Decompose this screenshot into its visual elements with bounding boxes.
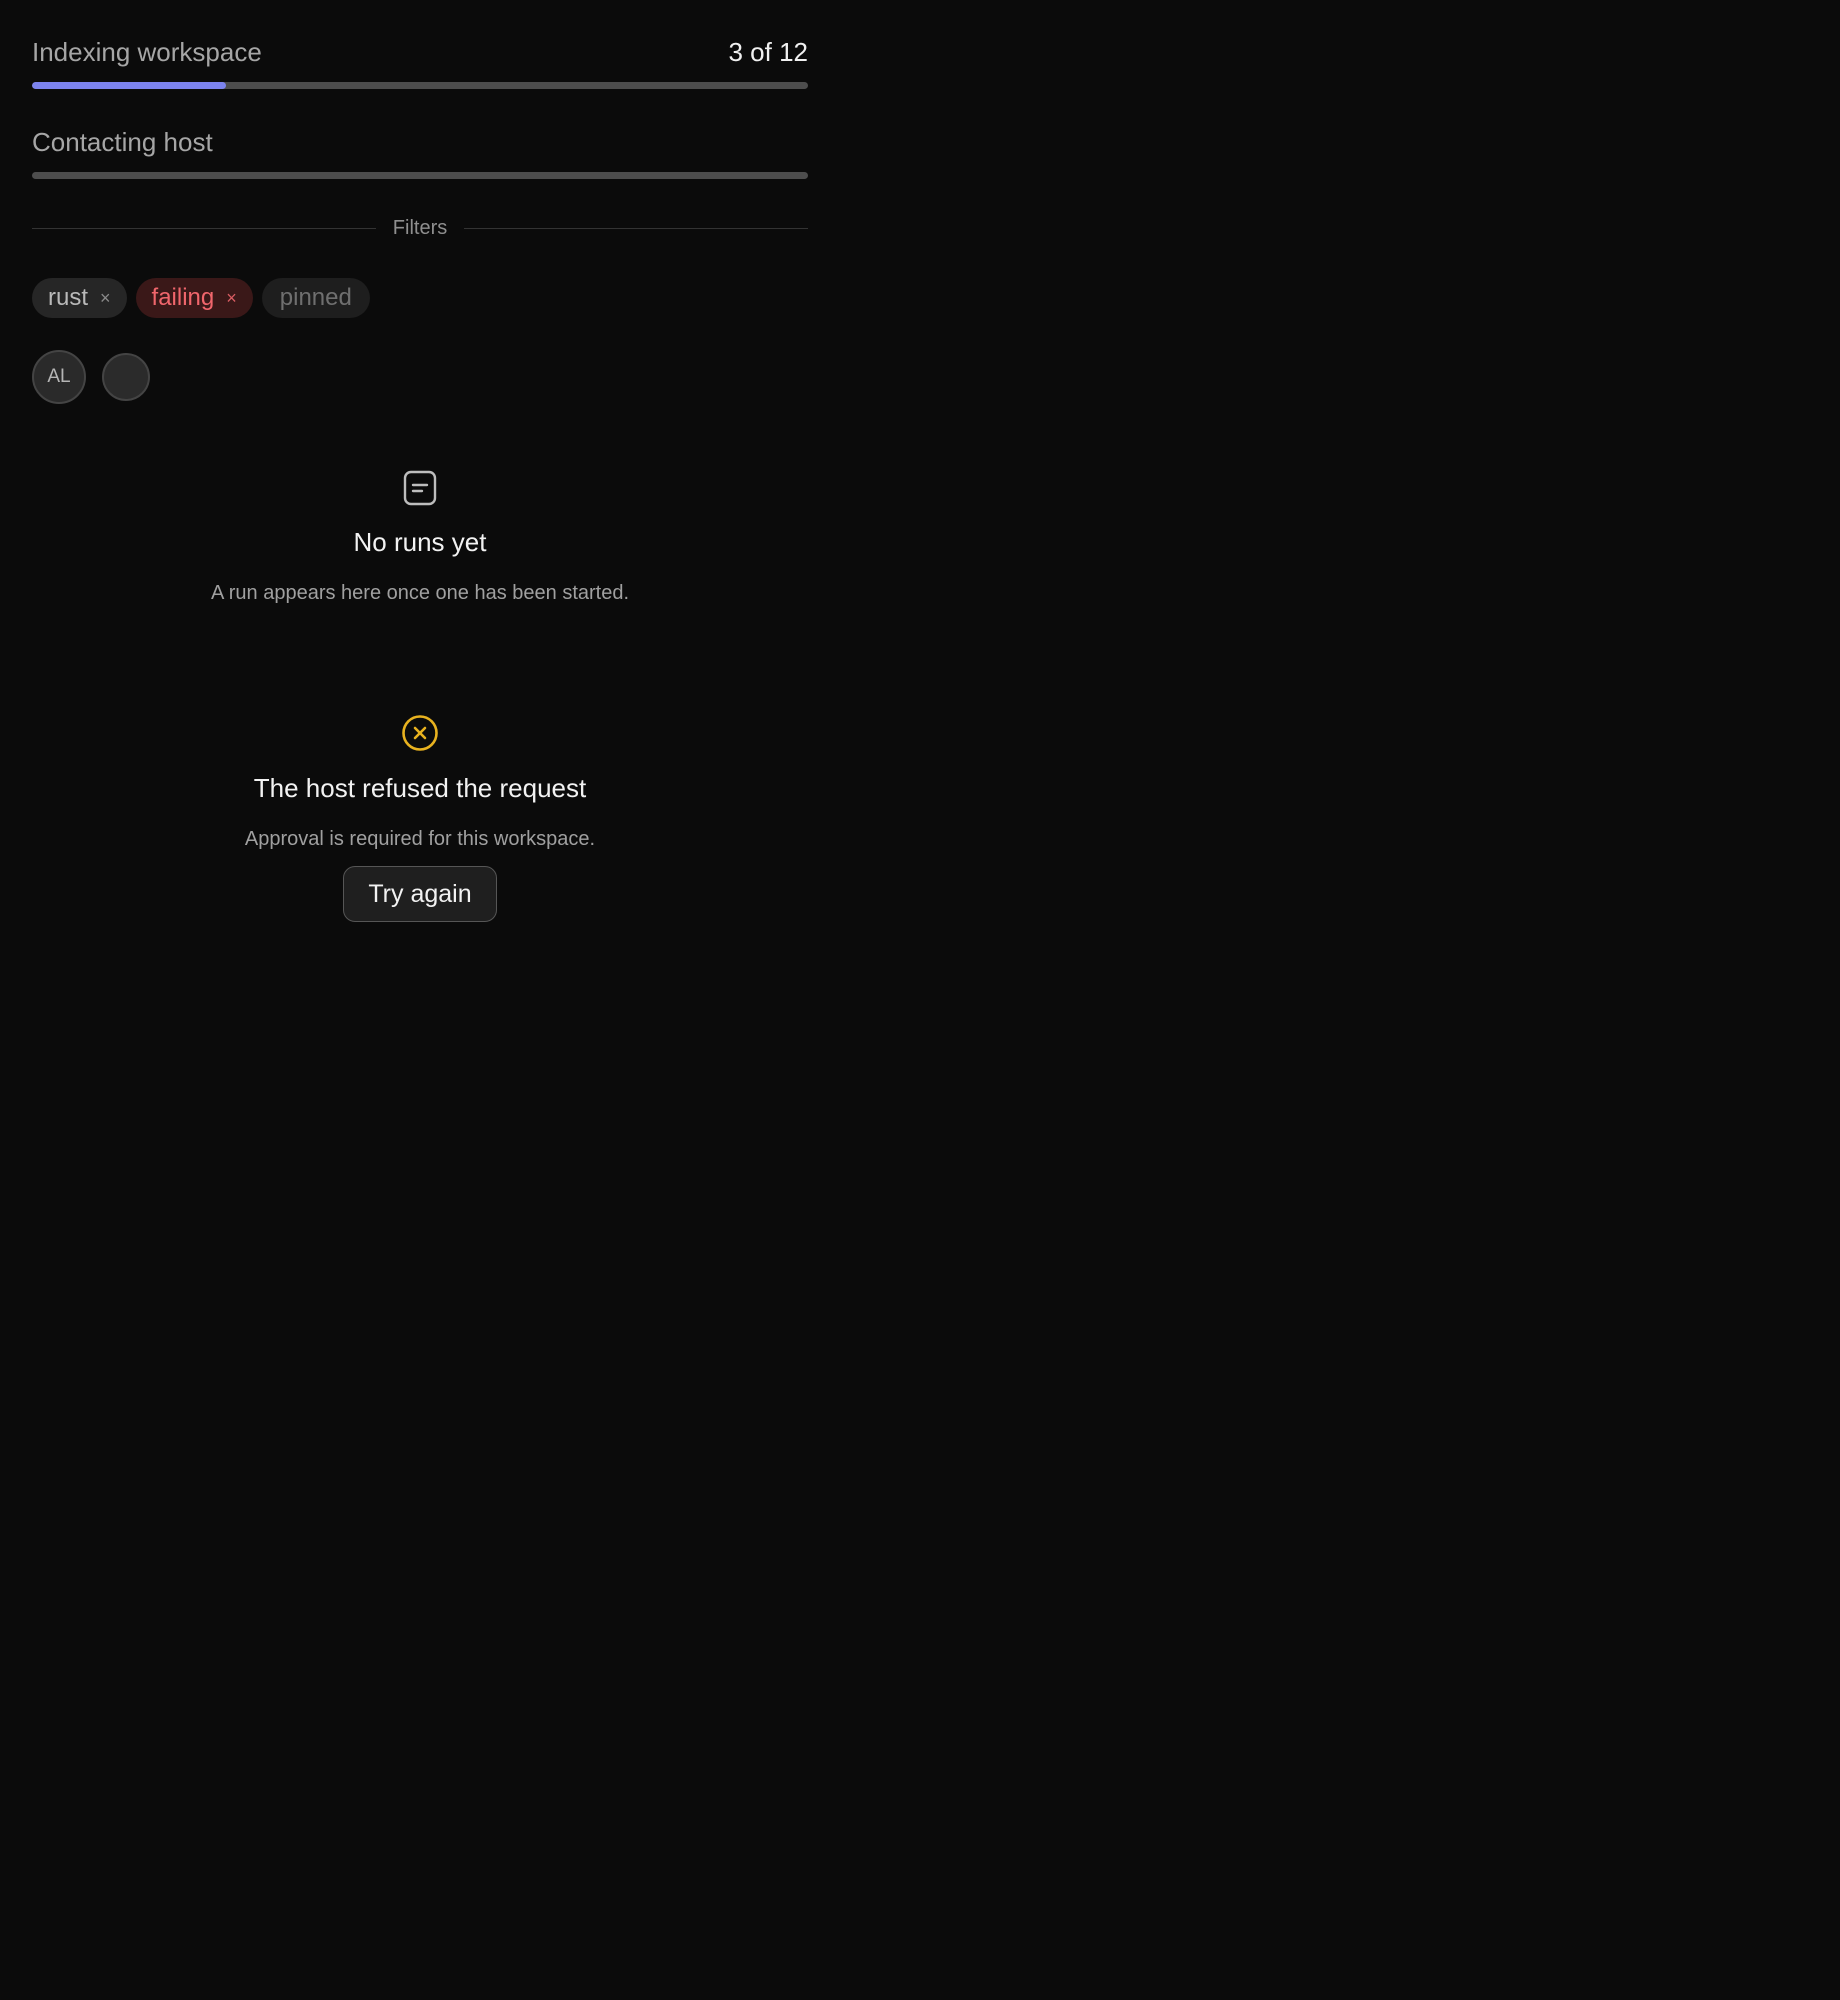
error-state: The host refused the request Approval is…: [32, 714, 808, 922]
avatar[interactable]: AL: [32, 350, 86, 404]
filter-chip-label: pinned: [279, 284, 352, 311]
avatar-placeholder[interactable]: [102, 353, 150, 401]
document-icon: [403, 470, 437, 506]
divider-line-left: [32, 227, 376, 229]
avatar-group: AL: [32, 350, 150, 404]
error-state-title: The host refused the request: [253, 773, 587, 803]
empty-state: No runs yet A run appears here once one …: [32, 470, 808, 606]
empty-state-description: A run appears here once one has been sta…: [210, 582, 630, 604]
indexing-progress-fill: [32, 82, 226, 89]
remove-icon[interactable]: ×: [226, 288, 237, 309]
error-state-description: Approval is required for this workspace.: [244, 828, 596, 850]
indexing-progress-track: [32, 82, 808, 89]
empty-state-title: No runs yet: [353, 527, 487, 557]
indexing-progress-label: Indexing workspace: [32, 37, 262, 67]
filter-chip-label: rust: [48, 284, 89, 311]
divider-line-right: [464, 227, 809, 229]
filter-chip-failing[interactable]: failing ×: [135, 278, 253, 318]
indexing-progress: Indexing workspace 3 of 12: [32, 0, 808, 90]
panel: Indexing workspace 3 of 12 Contacting ho…: [32, 0, 809, 922]
host-progress-track: [32, 172, 808, 179]
filter-chip-pinned[interactable]: pinned: [261, 278, 370, 318]
filter-chip-rust[interactable]: rust ×: [32, 278, 127, 318]
try-again-button[interactable]: Try again: [343, 866, 497, 922]
remove-icon[interactable]: ×: [100, 288, 111, 309]
x-circle-icon: [402, 715, 438, 751]
host-progress-label: Contacting host: [32, 127, 213, 157]
host-progress: Contacting host: [32, 90, 808, 180]
filter-chips: rust × failing × pinned: [32, 278, 370, 318]
filters-heading: Filters: [392, 216, 448, 239]
filters-divider: Filters: [32, 210, 809, 246]
filter-chip-label: failing: [151, 284, 215, 311]
indexing-progress-count: 3 of 12: [728, 37, 808, 67]
